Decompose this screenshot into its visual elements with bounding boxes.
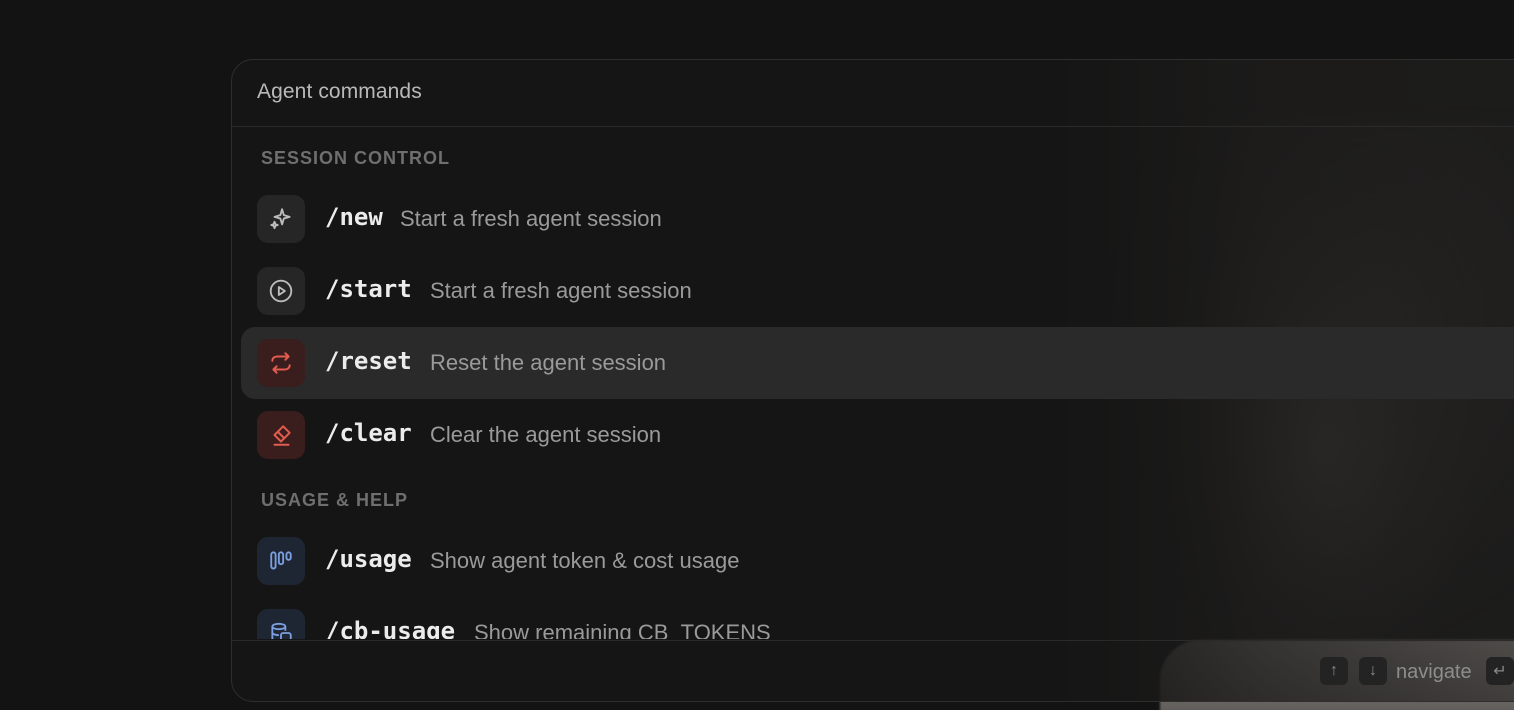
command-name: /usage	[325, 545, 412, 573]
command-item-reset[interactable]: /reset Reset the agent session	[241, 327, 1514, 399]
palette-header: Agent commands	[232, 60, 1514, 127]
eraser-icon	[257, 411, 305, 459]
navigate-hint: navigate	[1396, 661, 1472, 683]
command-description: Start a fresh agent session	[430, 278, 692, 303]
bar-chart-icon	[257, 537, 305, 585]
sparkles-icon	[257, 195, 305, 243]
enter-key-icon: ↵	[1486, 657, 1514, 685]
command-list[interactable]: SESSION CONTROL /new Start a fresh agent…	[232, 127, 1514, 639]
palette-footer: ↑ ↓ navigate ↵	[232, 640, 1514, 701]
database-icon	[257, 609, 305, 639]
command-item-cb-usage[interactable]: /cb-usage Show remaining CB_TOKENS	[241, 597, 1514, 639]
command-description: Start a fresh agent session	[400, 206, 662, 231]
command-name: /clear	[325, 419, 412, 447]
command-item-usage[interactable]: /usage Show agent token & cost usage	[241, 525, 1514, 597]
play-circle-icon	[257, 267, 305, 315]
command-description: Show remaining CB_TOKENS	[474, 620, 771, 639]
command-name: /reset	[325, 347, 412, 375]
command-item-start[interactable]: /start Start a fresh agent session	[241, 255, 1514, 327]
section-label-usage-help: USAGE & HELP	[261, 490, 409, 510]
command-palette: Agent commands SESSION CONTROL /new Star…	[231, 59, 1514, 702]
screen: Agent commands SESSION CONTROL /new Star…	[0, 0, 1514, 710]
command-item-new[interactable]: /new Start a fresh agent session	[241, 183, 1514, 255]
command-name: /start	[325, 275, 412, 303]
palette-title: Agent commands	[257, 80, 422, 103]
command-name: /new	[325, 203, 383, 231]
command-description: Reset the agent session	[430, 350, 667, 375]
command-name: /cb-usage	[325, 617, 456, 639]
command-description: Clear the agent session	[430, 422, 662, 447]
arrow-down-key-icon: ↓	[1359, 657, 1387, 685]
command-item-clear[interactable]: /clear Clear the agent session	[241, 399, 1514, 471]
section-label-session-control: SESSION CONTROL	[261, 148, 451, 168]
command-description: Show agent token & cost usage	[430, 548, 740, 573]
refresh-icon	[257, 339, 305, 387]
arrow-up-key-icon: ↑	[1320, 657, 1348, 685]
